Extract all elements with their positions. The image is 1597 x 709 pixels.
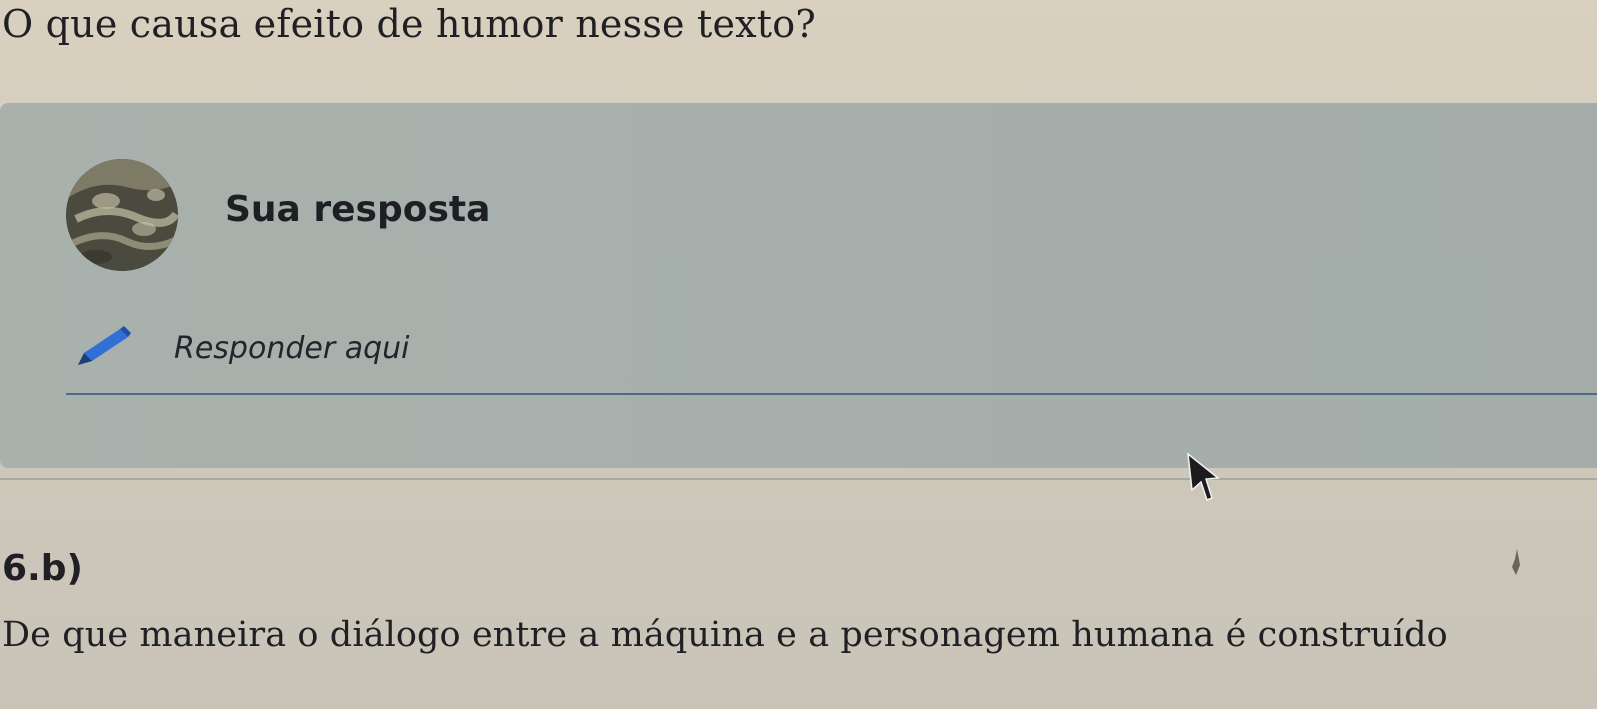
avatar-photo-icon [66, 159, 178, 271]
answer-panel: Sua resposta Responder aqui [0, 103, 1597, 468]
question-text: O que causa efeito de humor nesse texto? [2, 2, 816, 46]
question-body: De que maneira o diálogo entre a máquina… [2, 615, 1448, 655]
user-avatar [66, 159, 178, 271]
screen-speck-icon [1512, 549, 1520, 575]
answer-placeholder: Responder aqui [174, 331, 410, 366]
mouse-cursor-icon [1187, 452, 1220, 501]
question-number: 6.b) [2, 548, 83, 589]
pencil-icon [78, 326, 131, 365]
answer-heading: Sua resposta [225, 189, 491, 230]
answer-input[interactable]: Responder aqui [66, 313, 1597, 395]
section-divider [0, 478, 1597, 480]
